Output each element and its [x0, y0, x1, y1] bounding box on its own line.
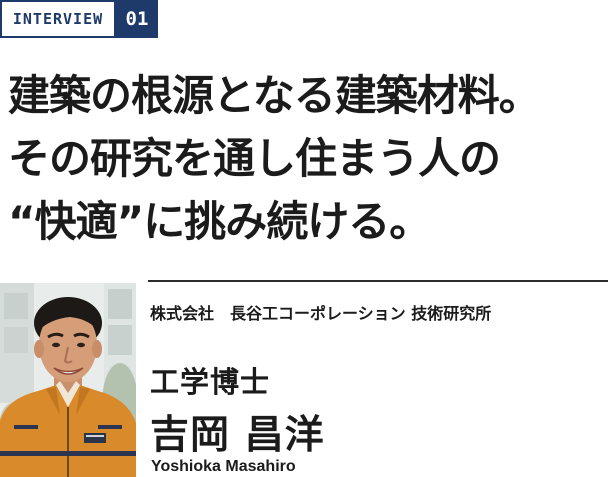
badge-label: INTERVIEW	[0, 0, 116, 38]
person-name-japanese: 吉岡 昌洋	[150, 413, 325, 458]
headline-line-2: その研究を通し住まう人の	[8, 134, 501, 183]
divider	[148, 280, 608, 282]
academic-degree: 工学博士	[150, 365, 271, 399]
company-affiliation: 株式会社 長谷工コーポレーション 技術研究所	[150, 304, 492, 323]
interview-badge: INTERVIEW 01	[0, 0, 158, 42]
portrait-photo	[0, 283, 136, 477]
headline-line-1: 建築の根源となる建築材料。	[8, 71, 541, 120]
headline: 建築の根源となる建築材料。 その研究を通し住まう人の “快適”に挑み続ける。	[8, 64, 541, 253]
badge-number: 01	[116, 0, 158, 38]
portrait-illustration	[0, 283, 136, 477]
headline-line-3: “快適”に挑み続ける。	[8, 197, 431, 246]
person-name-romanized: Yoshioka Masahiro	[151, 458, 296, 475]
